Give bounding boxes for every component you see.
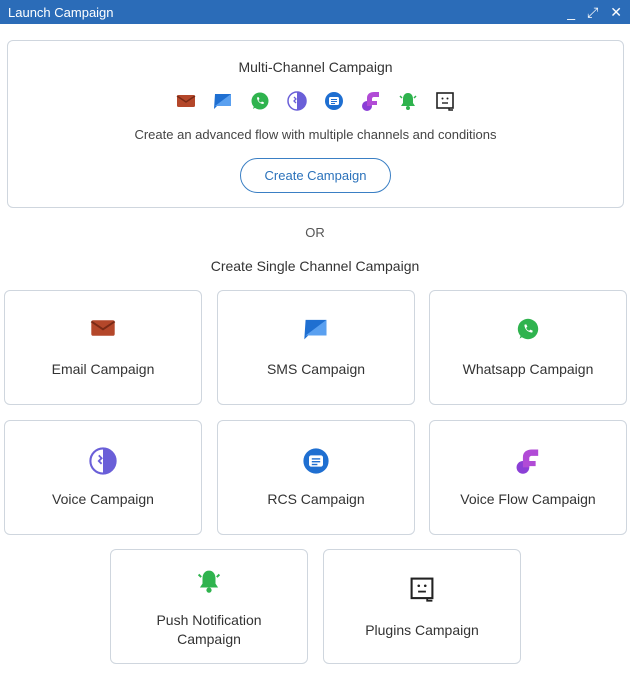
push-notification-icon (395, 90, 421, 112)
sms-campaign-label: SMS Campaign (266, 361, 366, 377)
whatsapp-icon (516, 317, 540, 346)
sms-icon (303, 317, 329, 346)
push-notification-campaign-card[interactable]: Push Notification Campaign (110, 549, 308, 664)
push-notification-icon (196, 568, 222, 599)
email-icon (173, 90, 199, 112)
email-icon (90, 317, 116, 344)
or-separator: OR (305, 225, 325, 240)
push-notification-campaign-label: Push Notification Campaign (156, 612, 262, 647)
multi-channel-panel: Multi-Channel Campaign Create an advance… (7, 40, 624, 208)
sms-icon (210, 90, 236, 112)
voice-campaign-card[interactable]: Voice Campaign (4, 420, 202, 535)
close-button[interactable]: ✕ (610, 0, 622, 24)
whatsapp-icon (247, 90, 273, 112)
plugins-campaign-label: Plugins Campaign (365, 622, 479, 638)
multi-channel-title: Multi-Channel Campaign (238, 59, 393, 75)
sms-campaign-card[interactable]: SMS Campaign (217, 290, 415, 405)
rcs-campaign-label: RCS Campaign (267, 491, 365, 507)
rcs-icon (321, 90, 347, 112)
whatsapp-campaign-card[interactable]: Whatsapp Campaign (429, 290, 627, 405)
voice-flow-campaign-card[interactable]: Voice Flow Campaign (429, 420, 627, 535)
voice-flow-icon (358, 90, 384, 112)
voice-icon (89, 447, 117, 480)
voice-flow-icon (515, 447, 541, 480)
plugins-campaign-card[interactable]: Plugins Campaign (323, 549, 521, 664)
multi-channel-description: Create an advanced flow with multiple ch… (134, 127, 497, 142)
voice-campaign-label: Voice Campaign (52, 491, 154, 507)
minimize-button[interactable]: _ (567, 0, 575, 24)
rcs-campaign-card[interactable]: RCS Campaign (217, 420, 415, 535)
plugins-icon (409, 576, 435, 607)
maximize-button[interactable]: ⤢ (587, 0, 598, 24)
create-campaign-button[interactable]: Create Campaign (240, 158, 391, 193)
email-campaign-card[interactable]: Email Campaign (4, 290, 202, 405)
single-channel-title: Create Single Channel Campaign (210, 258, 420, 274)
window-titlebar: Launch Campaign _ ⤢ ✕ (0, 0, 630, 24)
rcs-icon (302, 447, 330, 480)
channel-icons-row (8, 90, 623, 112)
window-title: Launch Campaign (8, 4, 114, 20)
voice-icon (284, 90, 310, 112)
whatsapp-campaign-label: Whatsapp Campaign (462, 361, 594, 377)
email-campaign-label: Email Campaign (51, 361, 155, 377)
voice-flow-campaign-label: Voice Flow Campaign (460, 491, 596, 507)
plugins-icon (432, 90, 458, 112)
